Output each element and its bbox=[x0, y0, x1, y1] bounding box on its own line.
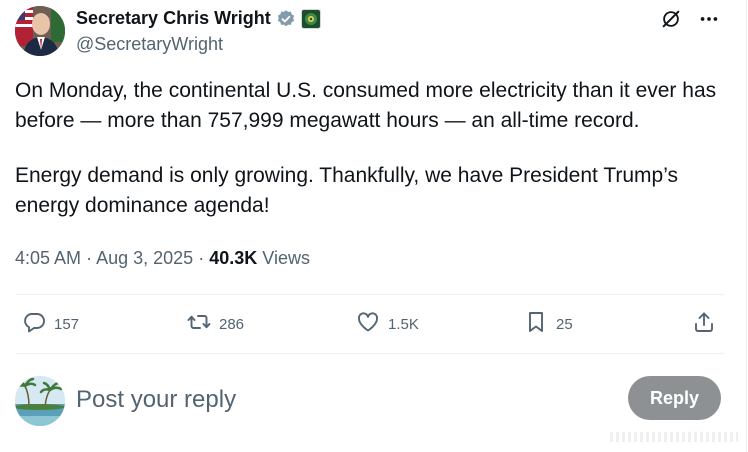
tweet-paragraph: On Monday, the continental U.S. consumed… bbox=[15, 79, 717, 132]
department-of-energy-icon[interactable] bbox=[300, 8, 321, 29]
reply-count: 157 bbox=[54, 315, 80, 333]
repost-icon[interactable] bbox=[187, 310, 211, 338]
scroll-fade bbox=[610, 432, 738, 442]
like-count: 1.5K bbox=[388, 315, 419, 333]
bookmark-count: 25 bbox=[556, 315, 573, 333]
tweet-detail: Secretary Chris Wright @SecretaryWright bbox=[0, 0, 747, 452]
tweet-text: On Monday, the continental U.S. consumed… bbox=[15, 76, 725, 221]
tweet-date[interactable]: Aug 3, 2025 bbox=[96, 248, 193, 268]
tweet-meta: 4:05 AM · Aug 3, 2025 · 40.3K Views bbox=[15, 248, 310, 269]
top-icons bbox=[660, 8, 720, 30]
meta-separator: · bbox=[86, 248, 93, 268]
meta-separator: · bbox=[198, 248, 205, 268]
author-name-row: Secretary Chris Wright bbox=[76, 8, 321, 29]
like-icon[interactable] bbox=[356, 310, 380, 338]
action-bar: 157 286 1.5K 25 bbox=[0, 310, 748, 340]
user-avatar[interactable] bbox=[15, 376, 65, 426]
repost-count: 286 bbox=[219, 315, 245, 333]
bookmark-action[interactable]: 25 bbox=[524, 310, 573, 338]
reply-action[interactable]: 157 bbox=[22, 310, 79, 338]
grok-icon[interactable] bbox=[660, 8, 682, 30]
divider bbox=[15, 294, 725, 295]
more-icon[interactable] bbox=[698, 8, 720, 30]
tweet-paragraph: Energy demand is only growing. Thankfull… bbox=[15, 164, 679, 217]
like-action[interactable]: 1.5K bbox=[356, 310, 419, 338]
views-label[interactable]: Views bbox=[262, 248, 310, 268]
verified-badge-icon[interactable] bbox=[276, 9, 296, 29]
repost-action[interactable]: 286 bbox=[187, 310, 244, 338]
views-count[interactable]: 40.3K bbox=[209, 248, 257, 268]
author-avatar[interactable] bbox=[15, 6, 65, 56]
tweet-time[interactable]: 4:05 AM bbox=[15, 248, 81, 268]
bookmark-icon[interactable] bbox=[524, 310, 548, 338]
reply-button[interactable]: Reply bbox=[628, 376, 721, 420]
reply-input[interactable] bbox=[76, 383, 496, 417]
author-name[interactable]: Secretary Chris Wright bbox=[76, 8, 271, 29]
divider bbox=[15, 353, 725, 354]
share-action[interactable] bbox=[692, 310, 716, 338]
reply-icon[interactable] bbox=[22, 310, 46, 338]
author-handle[interactable]: @SecretaryWright bbox=[76, 34, 223, 55]
share-icon[interactable] bbox=[692, 310, 716, 338]
